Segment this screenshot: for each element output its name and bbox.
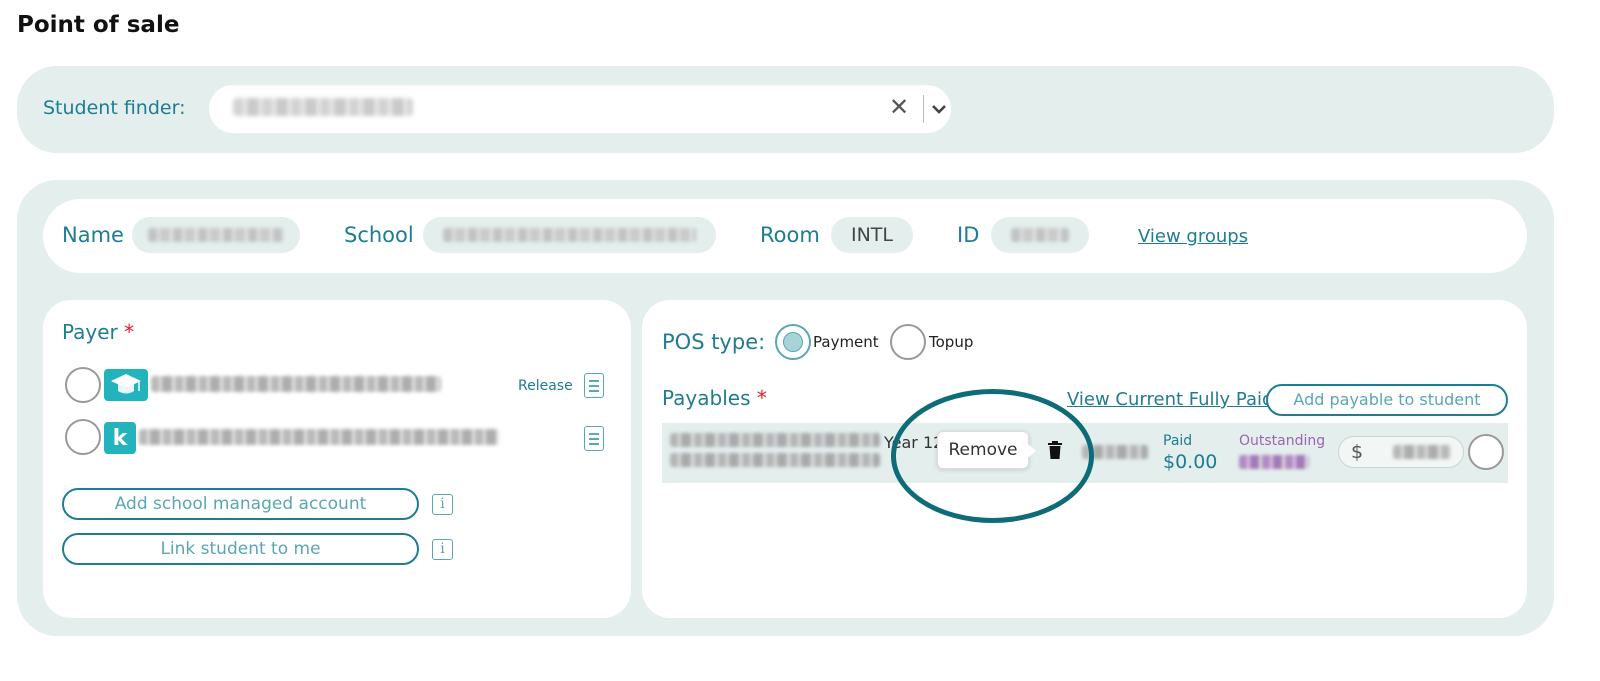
page-title: Point of sale [17, 12, 180, 38]
document-icon[interactable] [584, 426, 604, 451]
id-label: ID [957, 223, 980, 247]
remove-tooltip: Remove [937, 431, 1036, 469]
payable-select-radio[interactable] [1468, 434, 1504, 470]
school-label: School [344, 223, 414, 247]
add-payable-button[interactable]: Add payable to student [1266, 384, 1508, 416]
link-student-button[interactable]: Link student to me [62, 533, 419, 565]
name-value [132, 217, 300, 253]
pos-radio-topup[interactable] [890, 324, 926, 360]
mortarboard-icon [104, 369, 148, 401]
payment-amount-value [1393, 445, 1451, 459]
payables-label: Payables * [662, 386, 767, 410]
payable-row: Year 12 Paid $0.00 Outstanding $ [662, 423, 1508, 483]
paid-label: Paid [1163, 433, 1193, 449]
payable-code [1082, 445, 1148, 459]
student-info-bar: Name School Room INTL ID View groups [43, 199, 1527, 273]
outstanding-label: Outstanding [1239, 433, 1326, 449]
pos-radio-payment[interactable] [775, 324, 811, 360]
student-finder-panel: Student finder: ✕ [17, 66, 1554, 153]
info-icon[interactable]: i [432, 494, 453, 515]
payment-amount-input[interactable]: $ [1338, 436, 1464, 468]
topup-option-label: Topup [929, 333, 974, 351]
release-link[interactable]: Release [518, 378, 573, 394]
payer-account-label [151, 376, 441, 392]
payable-description-line2 [670, 453, 880, 467]
payment-option-label: Payment [813, 333, 879, 351]
id-value [991, 217, 1089, 253]
finder-divider [923, 95, 924, 123]
chevron-down-icon[interactable] [929, 99, 949, 119]
name-label: Name [62, 223, 124, 247]
payer-title: Payer * [62, 320, 135, 344]
payer-account-label [139, 429, 499, 445]
document-icon[interactable] [584, 373, 604, 398]
payer-radio-kindo-account[interactable] [65, 419, 101, 455]
room-value: INTL [831, 217, 913, 253]
required-mark: * [756, 386, 767, 410]
trash-icon[interactable] [1046, 440, 1064, 460]
currency-symbol: $ [1351, 441, 1364, 463]
pos-card: POS type: Payment Topup Payables * View … [642, 300, 1527, 618]
school-value [423, 217, 716, 253]
view-current-fully-paid-link[interactable]: View Current Fully Paid [1067, 389, 1273, 410]
payer-card: Payer * Release k Add school managed acc… [43, 300, 631, 618]
k-logo-icon: k [104, 422, 136, 454]
payer-radio-school-account[interactable] [65, 367, 101, 403]
info-icon[interactable]: i [432, 539, 453, 560]
student-detail-panel: Name School Room INTL ID View groups Pay… [17, 180, 1554, 636]
student-finder-input[interactable]: ✕ [209, 85, 951, 133]
student-finder-label: Student finder: [43, 97, 186, 119]
student-finder-value [233, 98, 413, 116]
payable-description [670, 433, 880, 447]
room-label: Room [760, 223, 820, 247]
outstanding-value [1239, 455, 1309, 469]
pos-type-label: POS type: [662, 330, 766, 354]
payable-year: Year 12 [884, 433, 944, 452]
required-mark: * [124, 320, 135, 344]
view-groups-link[interactable]: View groups [1138, 226, 1248, 247]
add-school-managed-account-button[interactable]: Add school managed account [62, 488, 419, 520]
clear-icon[interactable]: ✕ [889, 93, 909, 121]
paid-value: $0.00 [1163, 451, 1218, 473]
